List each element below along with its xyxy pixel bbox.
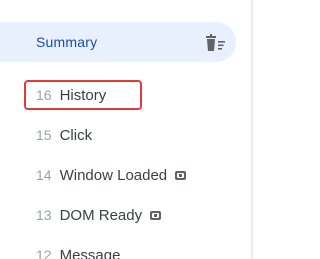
code-icon (150, 210, 162, 220)
event-number: 12 (36, 247, 52, 259)
event-label: Click (59, 126, 93, 144)
panel-divider (251, 0, 253, 259)
event-label: Message (59, 246, 121, 259)
event-number: 13 (36, 207, 52, 223)
event-label: Window Loaded (59, 166, 168, 184)
event-number: 16 (36, 87, 52, 103)
event-number: 14 (36, 167, 52, 183)
event-item-click[interactable]: 15 Click (24, 119, 92, 151)
event-item-history[interactable]: 16 History (24, 80, 142, 110)
event-number: 15 (36, 127, 52, 143)
summary-item[interactable]: Summary (0, 22, 236, 62)
event-item-window-loaded[interactable]: 14 Window Loaded (24, 159, 187, 191)
summary-label: Summary (36, 34, 98, 50)
event-label: DOM Ready (59, 206, 143, 224)
event-list-panel: Summary 16 History 15 Click 14 Window Lo… (0, 0, 253, 259)
clear-all-icon[interactable] (204, 34, 226, 52)
code-icon (175, 170, 187, 180)
event-label: History (59, 86, 107, 104)
event-item-dom-ready[interactable]: 13 DOM Ready (24, 199, 162, 231)
event-item-message[interactable]: 12 Message (24, 239, 120, 259)
